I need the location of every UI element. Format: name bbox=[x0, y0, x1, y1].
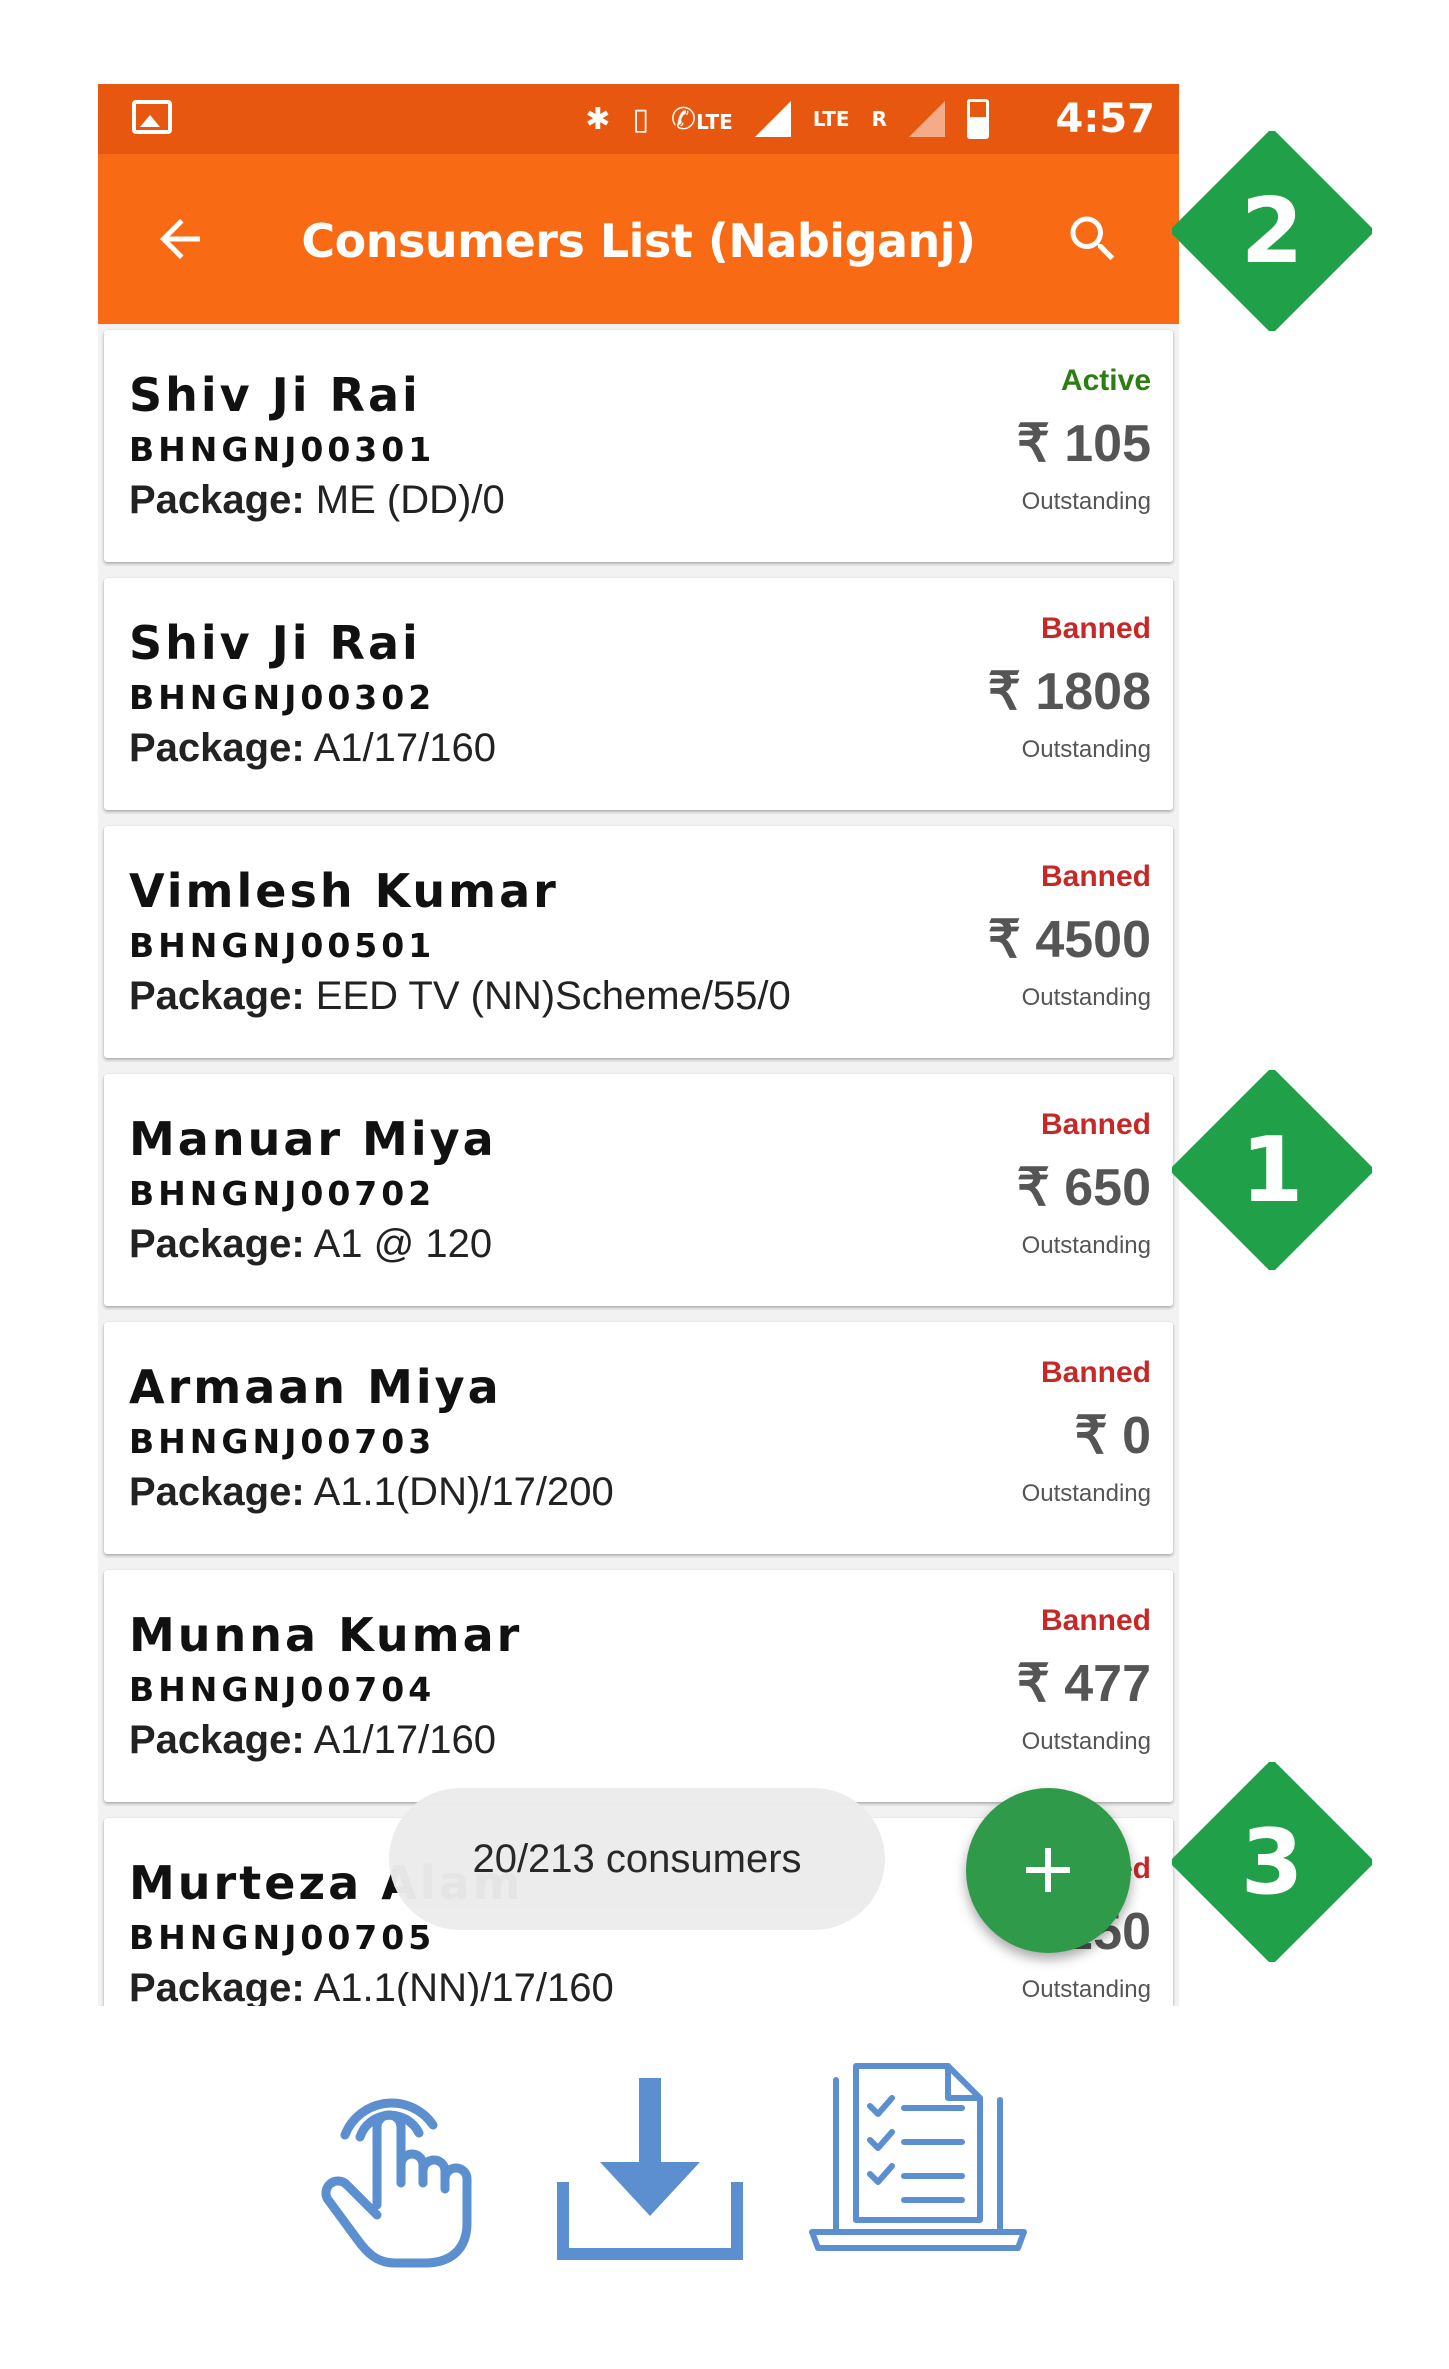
outstanding-label: Outstanding bbox=[1021, 984, 1151, 1011]
phone-screen: ✱ ▯ ✆LTE LTE R 4:57 Consumers List (Nabi… bbox=[98, 84, 1179, 2006]
status-badge: Banned bbox=[1040, 1108, 1151, 1141]
consumer-id: BHNGNJ00301 bbox=[129, 430, 436, 469]
consumer-package: Package: EED TV (NN)Scheme/55/0 bbox=[129, 974, 791, 1019]
outstanding-amount: ₹ 105 bbox=[1016, 415, 1151, 473]
outstanding-amount: ₹ 0 bbox=[1074, 1407, 1151, 1465]
bluetooth-icon: ✱ bbox=[585, 101, 611, 137]
download-icon bbox=[557, 2078, 743, 2260]
outstanding-label: Outstanding bbox=[1021, 1976, 1151, 2003]
status-badge: Banned bbox=[1040, 612, 1151, 645]
outstanding-label: Outstanding bbox=[1021, 1480, 1151, 1507]
package-value: ME (DD)/0 bbox=[315, 478, 505, 522]
app-bar: Consumers List (Nabiganj) bbox=[98, 154, 1179, 324]
consumer-card[interactable]: Manuar Miya BHNGNJ00702 Package: A1 @ 12… bbox=[104, 1074, 1173, 1306]
consumer-package: Package: A1/17/160 bbox=[129, 1718, 496, 1763]
consumer-id: BHNGNJ00705 bbox=[129, 1918, 436, 1957]
status-badge: Banned bbox=[1040, 1604, 1151, 1637]
outstanding-label: Outstanding bbox=[1021, 736, 1151, 763]
status-badge: Banned bbox=[1040, 860, 1151, 893]
vibrate-icon: ▯ bbox=[632, 101, 649, 137]
package-value: A1.1(DN)/17/200 bbox=[313, 1470, 614, 1514]
callout-badge-1: 1 bbox=[1171, 1069, 1373, 1271]
package-label: Package: bbox=[129, 1222, 305, 1266]
image-icon bbox=[132, 100, 172, 134]
callout-number: 2 bbox=[1240, 178, 1304, 284]
package-value: A1/17/160 bbox=[313, 726, 496, 770]
consumer-id: BHNGNJ00704 bbox=[129, 1670, 436, 1709]
consumer-card[interactable]: Vimlesh Kumar BHNGNJ00501 Package: EED T… bbox=[104, 826, 1173, 1058]
consumer-package: Package: A1/17/160 bbox=[129, 726, 496, 771]
status-icons: ✱ ▯ ✆LTE LTE R bbox=[585, 94, 989, 144]
search-button[interactable] bbox=[1063, 209, 1123, 269]
package-label: Package: bbox=[129, 974, 305, 1018]
outstanding-label: Outstanding bbox=[1021, 1728, 1151, 1755]
checklist-laptop-icon bbox=[809, 2063, 1027, 2251]
consumer-id: BHNGNJ00302 bbox=[129, 678, 436, 717]
signal-icon bbox=[754, 101, 791, 137]
status-bar: ✱ ▯ ✆LTE LTE R 4:57 bbox=[98, 84, 1179, 154]
plus-icon bbox=[1026, 1848, 1070, 1892]
status-badge: Banned bbox=[1040, 1356, 1151, 1389]
consumer-card[interactable]: Armaan Miya BHNGNJ00703 Package: A1.1(DN… bbox=[104, 1322, 1173, 1554]
callout-number: 1 bbox=[1240, 1117, 1304, 1223]
outstanding-amount: ₹ 650 bbox=[1016, 1159, 1151, 1217]
roaming-signal-icon bbox=[909, 101, 945, 137]
tap-hand-icon bbox=[321, 2098, 472, 2268]
consumer-name: Manuar Miya bbox=[129, 1112, 497, 1166]
consumer-name: Shiv Ji Rai bbox=[129, 368, 421, 422]
battery-icon bbox=[967, 99, 989, 139]
consumer-name: Munna Kumar bbox=[129, 1608, 523, 1662]
package-label: Package: bbox=[129, 1718, 305, 1762]
callout-number: 3 bbox=[1240, 1809, 1304, 1915]
package-value: A1/17/160 bbox=[313, 1718, 496, 1762]
outstanding-amount: ₹ 1808 bbox=[987, 663, 1151, 721]
consumer-card[interactable]: Munna Kumar BHNGNJ00704 Package: A1/17/1… bbox=[104, 1570, 1173, 1802]
volte-call-icon: ✆LTE bbox=[670, 101, 733, 137]
consumer-package: Package: A1 @ 120 bbox=[129, 1222, 492, 1267]
outstanding-amount: ₹ 477 bbox=[1016, 1655, 1151, 1713]
consumer-id: BHNGNJ00501 bbox=[129, 926, 436, 965]
consumer-card[interactable]: Shiv Ji Rai BHNGNJ00302 Package: A1/17/1… bbox=[104, 578, 1173, 810]
roaming-indicator: R bbox=[871, 107, 887, 131]
consumer-name: Vimlesh Kumar bbox=[129, 864, 559, 918]
outstanding-label: Outstanding bbox=[1021, 1232, 1151, 1259]
consumer-name: Shiv Ji Rai bbox=[129, 616, 421, 670]
callout-badge-2: 2 bbox=[1171, 130, 1373, 332]
consumer-package: Package: A1.1(DN)/17/200 bbox=[129, 1470, 614, 1515]
package-label: Package: bbox=[129, 1470, 305, 1514]
outstanding-amount: ₹ 4500 bbox=[987, 911, 1151, 969]
consumer-id: BHNGNJ00702 bbox=[129, 1174, 436, 1213]
consumer-package: Package: ME (DD)/0 bbox=[129, 478, 505, 523]
search-icon bbox=[1070, 216, 1115, 261]
consumer-name: Armaan Miya bbox=[129, 1360, 502, 1414]
consumer-count-toast: 20/213 consumers bbox=[389, 1788, 885, 1930]
add-consumer-button[interactable] bbox=[966, 1788, 1131, 1953]
page-title: Consumers List (Nabiganj) bbox=[301, 214, 976, 268]
status-time: 4:57 bbox=[1055, 96, 1156, 142]
consumer-card[interactable]: Shiv Ji Rai BHNGNJ00301 Package: ME (DD)… bbox=[104, 330, 1173, 562]
package-value: A1.1(NN)/17/160 bbox=[313, 1966, 614, 2006]
outstanding-label: Outstanding bbox=[1021, 488, 1151, 515]
package-value: A1 @ 120 bbox=[313, 1222, 493, 1266]
package-label: Package: bbox=[129, 1966, 305, 2006]
consumer-package: Package: A1.1(NN)/17/160 bbox=[129, 1966, 614, 2006]
callout-badge-3: 3 bbox=[1171, 1761, 1373, 1963]
package-label: Package: bbox=[129, 478, 305, 522]
package-value: EED TV (NN)Scheme/55/0 bbox=[315, 974, 791, 1018]
lte-data-icon: LTE bbox=[812, 107, 850, 131]
package-label: Package: bbox=[129, 726, 305, 770]
consumer-id: BHNGNJ00703 bbox=[129, 1422, 436, 1461]
status-badge: Active bbox=[1060, 364, 1151, 397]
